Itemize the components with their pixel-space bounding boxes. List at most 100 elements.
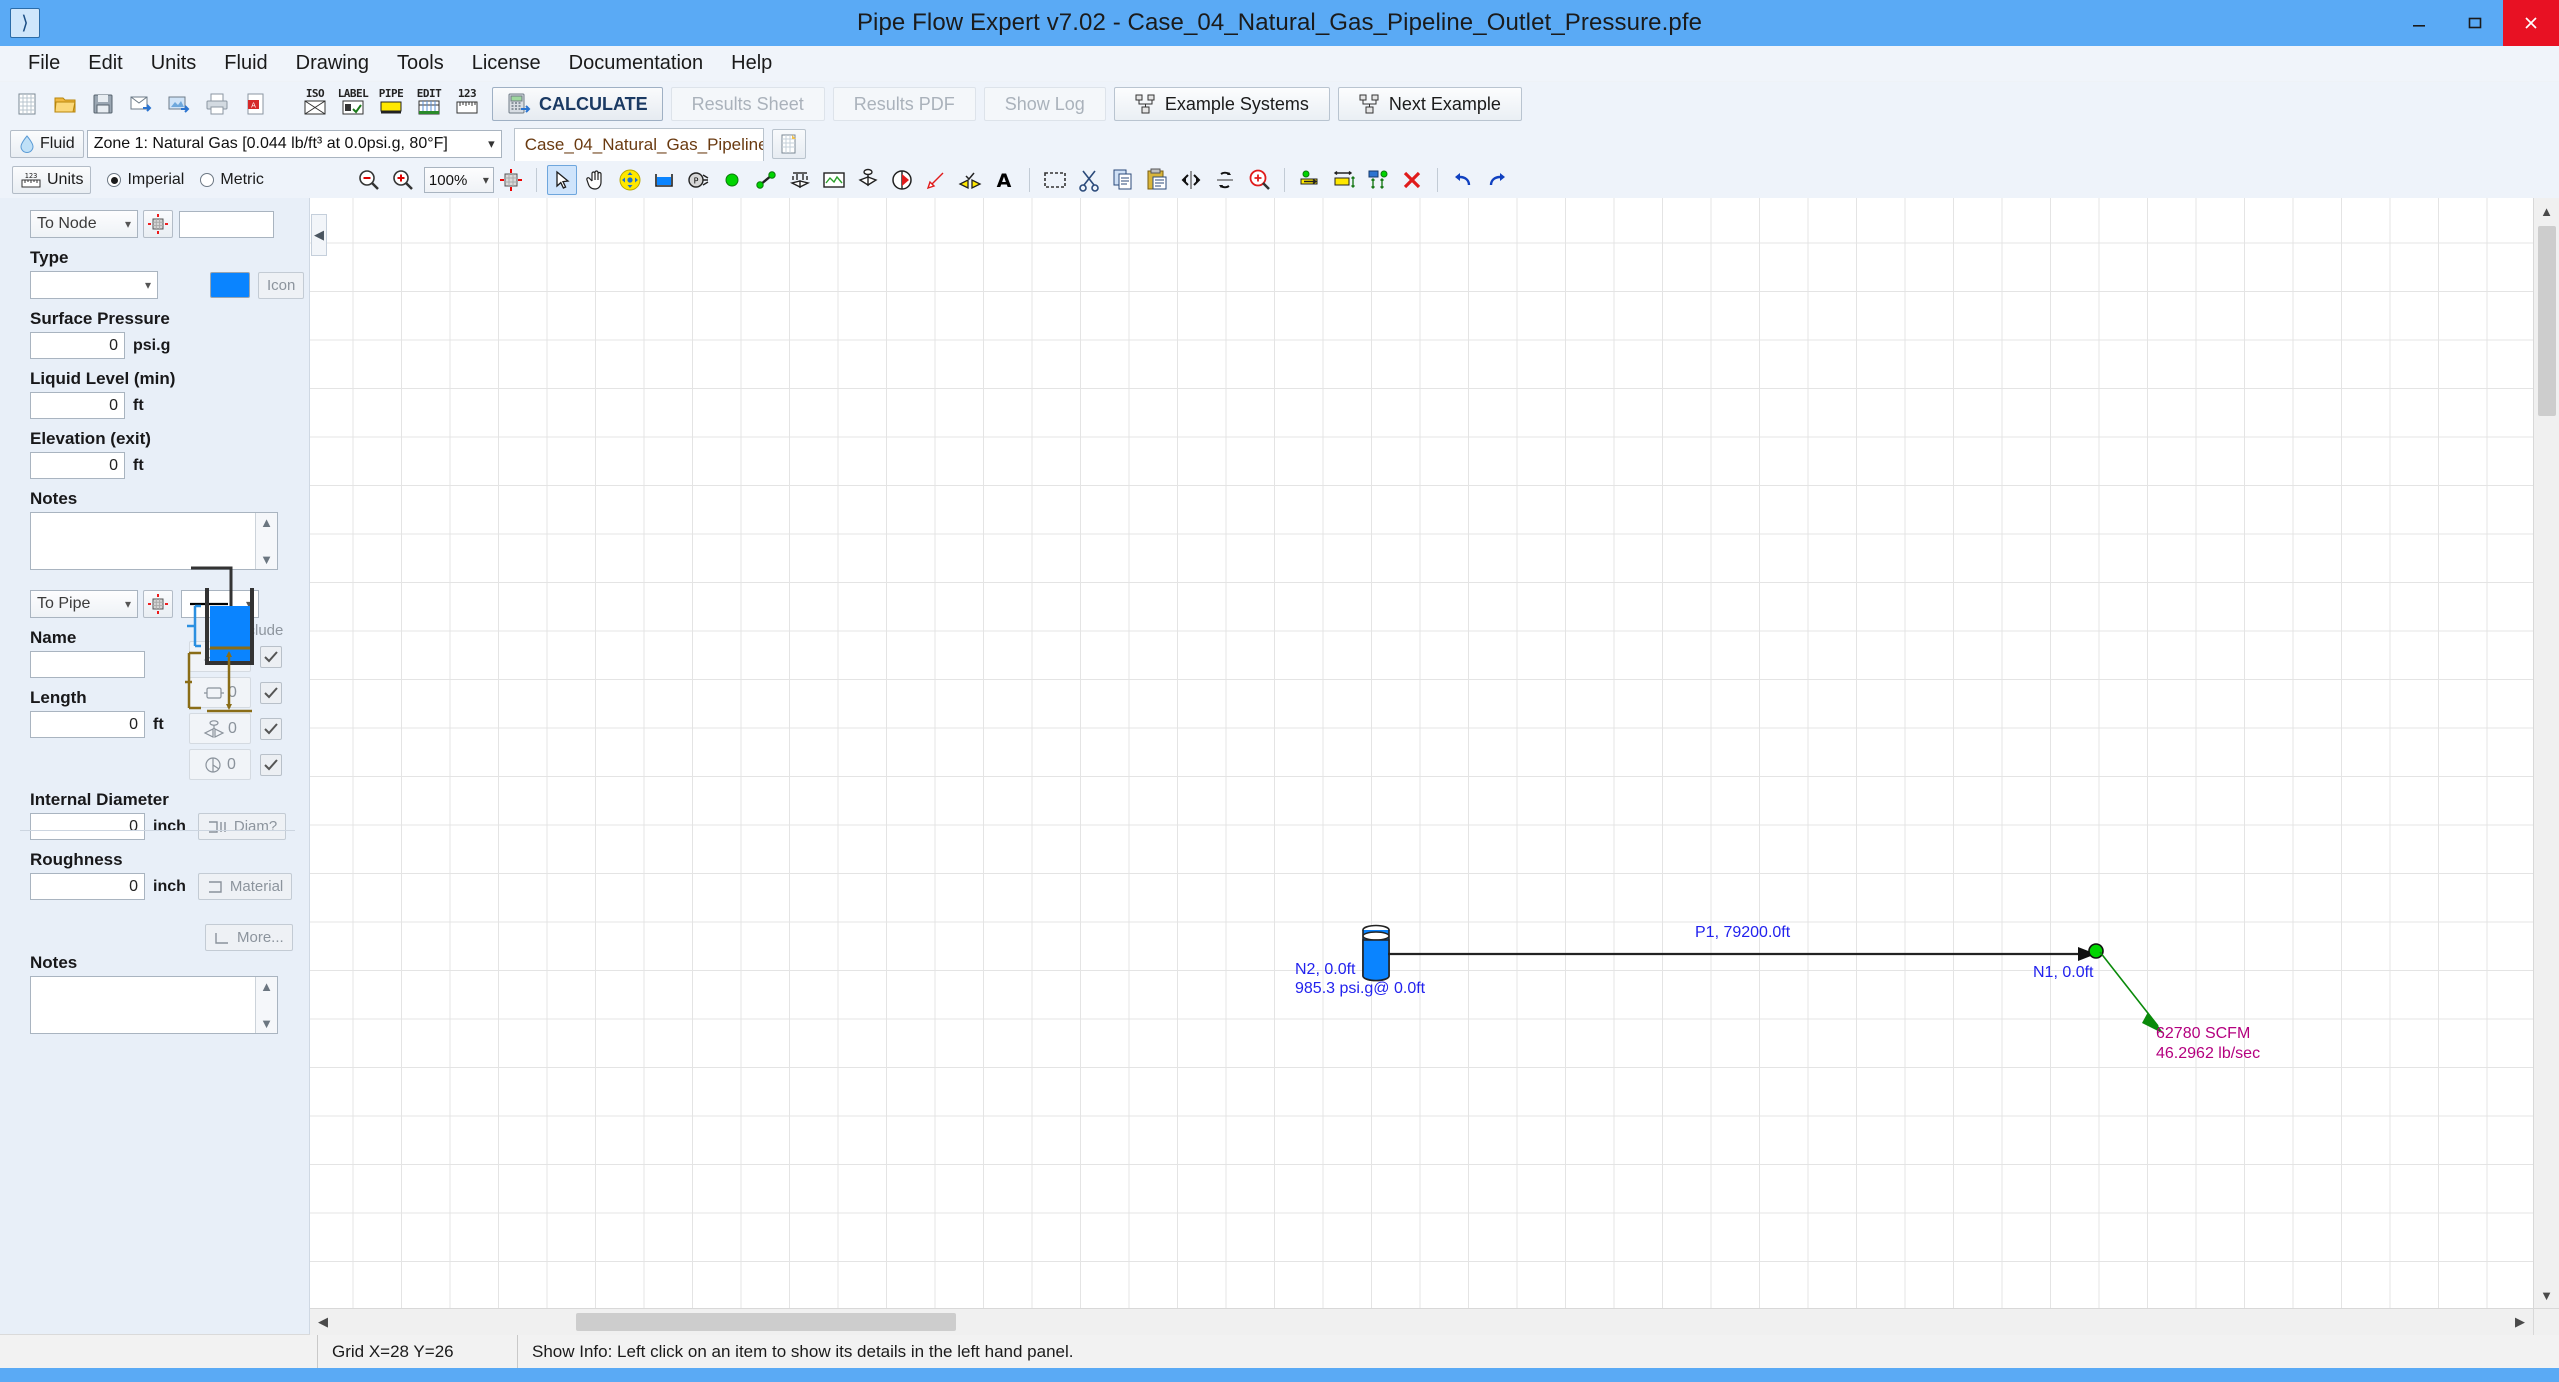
cut-icon[interactable] (1074, 165, 1104, 195)
node-mode-combo[interactable]: To Node ▾ (30, 210, 138, 238)
scroll-down-icon[interactable]: ▼ (260, 1016, 273, 1031)
menu-drawing[interactable]: Drawing (282, 50, 383, 77)
roughness-input[interactable]: 0 (30, 873, 145, 900)
horizontal-scroll-thumb[interactable] (576, 1312, 956, 1331)
menu-edit[interactable]: Edit (74, 50, 136, 77)
vertical-scroll-track[interactable] (2534, 224, 2559, 1282)
iso-view-button[interactable]: ISO (298, 88, 332, 120)
pipe-notes-text[interactable] (31, 977, 255, 1033)
collapse-panel-button[interactable]: ◀ (311, 214, 327, 256)
move-tool[interactable] (615, 165, 645, 195)
surface-pressure-input[interactable]: 0 (30, 332, 125, 359)
delete-icon[interactable] (1397, 165, 1427, 195)
node-name-input[interactable] (179, 210, 274, 238)
text-tool[interactable]: A (989, 165, 1019, 195)
new-document-icon[interactable] (11, 88, 43, 120)
node-type-combo[interactable]: ▾ (30, 271, 158, 299)
maximize-button[interactable] (2447, 0, 2503, 46)
material-button[interactable]: Material (197, 873, 293, 900)
paste-icon[interactable] (1142, 165, 1172, 195)
units-button[interactable]: 123 Units (12, 166, 92, 194)
edit-settings-button[interactable]: EDIT (412, 88, 446, 120)
pipe-name-input[interactable] (30, 651, 145, 678)
node-tool[interactable] (717, 165, 747, 195)
more-button[interactable]: More... (205, 924, 293, 951)
fluid-zone-combo[interactable]: Zone 1: Natural Gas [0.044 lb/ft³ at 0.0… (86, 130, 502, 158)
image-export-icon[interactable] (163, 88, 195, 120)
redo-icon[interactable] (1482, 165, 1512, 195)
minimize-button[interactable] (2391, 0, 2447, 46)
pipe-tool[interactable] (751, 165, 781, 195)
pdf-export-icon[interactable]: A (239, 88, 271, 120)
pipe-settings-button[interactable]: PIPE (374, 88, 408, 120)
undo-icon[interactable] (1448, 165, 1478, 195)
pipe-snap-to-grid-button[interactable] (143, 590, 173, 618)
select-pointer-tool[interactable] (546, 165, 577, 195)
next-example-button[interactable]: Next Example (1337, 87, 1522, 121)
component-tool[interactable] (819, 165, 849, 195)
fluid-button[interactable]: Fluid (10, 130, 84, 158)
menu-tools[interactable]: Tools (383, 50, 458, 77)
menu-file[interactable]: File (14, 50, 74, 77)
menu-fluid[interactable]: Fluid (210, 50, 281, 77)
align-flow-icon[interactable] (1295, 165, 1325, 195)
email-export-icon[interactable] (125, 88, 157, 120)
check-valve-tool[interactable] (955, 165, 985, 195)
new-document-tab[interactable] (771, 129, 806, 159)
vertical-scroll-thumb[interactable] (2537, 226, 2556, 416)
save-disk-icon[interactable] (87, 88, 119, 120)
drawing-canvas[interactable]: N2, 0.0ft 985.3 psi.g@ 0.0ft P1, 79200.0… (310, 198, 2559, 1308)
pan-hand-tool[interactable] (581, 165, 611, 195)
metric-radio[interactable]: Metric (200, 171, 264, 189)
close-button[interactable] (2503, 0, 2559, 46)
menu-units[interactable]: Units (137, 50, 211, 77)
align-vertical-icon[interactable] (1363, 165, 1393, 195)
scroll-right-button[interactable]: ▶ (2507, 1308, 2533, 1335)
flip-horizontal-icon[interactable] (1176, 165, 1206, 195)
pipe-mode-combo[interactable]: To Pipe ▾ (30, 590, 138, 618)
canvas-vertical-scrollbar[interactable]: ▲ ▼ (2533, 198, 2559, 1308)
copy-icon[interactable] (1108, 165, 1138, 195)
horizontal-scroll-track[interactable] (336, 1308, 2507, 1335)
flow-demand-tool[interactable] (921, 165, 951, 195)
valve-tool[interactable] (785, 165, 815, 195)
pump-include-checkbox[interactable] (260, 753, 282, 776)
scroll-down-button[interactable]: ▼ (2534, 1282, 2559, 1308)
menu-license[interactable]: License (458, 50, 555, 77)
scroll-left-button[interactable]: ◀ (310, 1308, 336, 1335)
liquid-level-input[interactable]: 0 (30, 392, 125, 419)
zoom-in-icon[interactable] (388, 165, 418, 195)
zoom-out-icon[interactable] (354, 165, 384, 195)
pump-tool[interactable]: P (683, 165, 713, 195)
calculate-button[interactable]: CALCULATE (492, 87, 663, 121)
scroll-up-button[interactable]: ▲ (2534, 198, 2559, 224)
node-snap-to-grid-button[interactable] (143, 210, 173, 238)
tank-tool[interactable] (649, 165, 679, 195)
zoom-selection-icon[interactable] (1244, 165, 1274, 195)
open-folder-icon[interactable] (49, 88, 81, 120)
imperial-radio[interactable]: Imperial (107, 171, 184, 189)
diam-button[interactable]: Diam? (197, 813, 287, 840)
pipe-p1[interactable] (1388, 938, 2108, 978)
results-sheet-button[interactable]: Results Sheet (670, 87, 825, 121)
document-tab[interactable]: Case_04_Natural_Gas_Pipeline ✕ (513, 127, 764, 161)
internal-diameter-input[interactable]: 0 (30, 813, 145, 840)
scroll-up-icon[interactable]: ▲ (260, 979, 273, 994)
menu-help[interactable]: Help (717, 50, 786, 77)
fit-to-grid-icon[interactable] (496, 165, 526, 195)
results-pdf-button[interactable]: Results PDF (832, 87, 976, 121)
flow-device-tool[interactable] (887, 165, 917, 195)
control-valve-tool[interactable] (853, 165, 883, 195)
example-systems-button[interactable]: Example Systems (1113, 87, 1330, 121)
scroll-up-icon[interactable]: ▲ (260, 515, 273, 530)
node-icon-button[interactable]: Icon (258, 271, 305, 299)
marquee-select-icon[interactable] (1040, 165, 1070, 195)
pipe-length-input[interactable]: 0 (30, 711, 145, 738)
show-log-button[interactable]: Show Log (983, 87, 1106, 121)
canvas-horizontal-scrollbar[interactable]: ◀ ▶ (310, 1308, 2559, 1335)
pipe-notes-field[interactable]: ▲ ▼ (30, 976, 278, 1034)
label-settings-button[interactable]: LABEL (336, 88, 370, 120)
print-icon[interactable] (201, 88, 233, 120)
pump-count-box[interactable]: 0 (189, 749, 251, 780)
menu-documentation[interactable]: Documentation (555, 50, 718, 77)
